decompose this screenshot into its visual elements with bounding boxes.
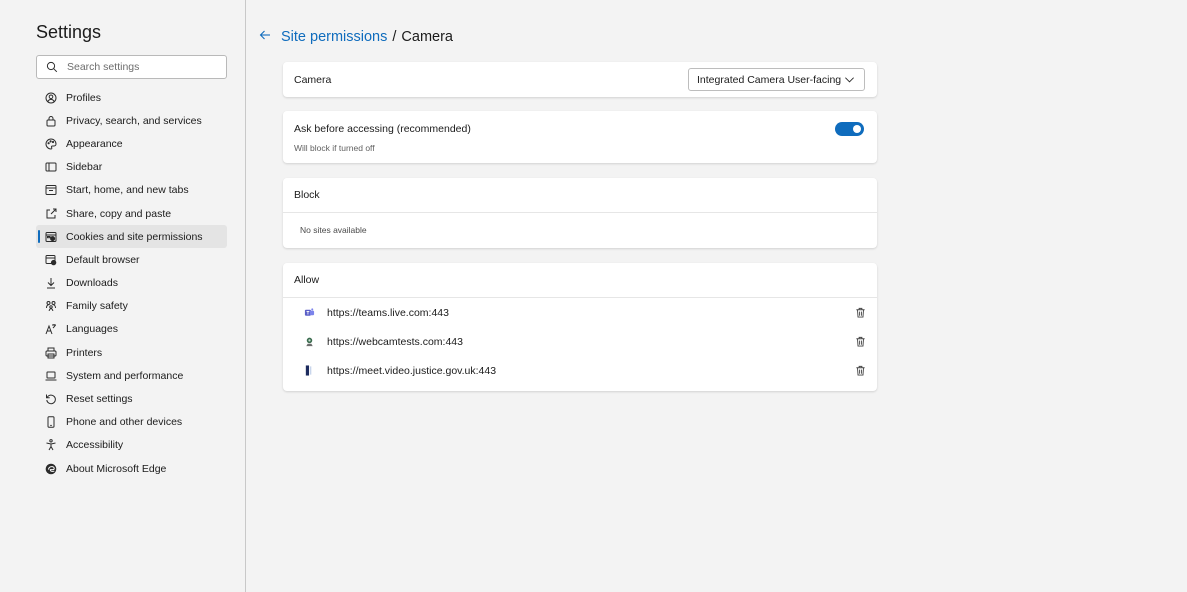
allowed-site-url: https://webcamtests.com:443 <box>327 335 463 348</box>
sidebar-item-label: System and performance <box>66 369 184 382</box>
allowed-site-row[interactable]: https://webcamtests.com:443 <box>283 327 877 356</box>
printer-icon <box>36 347 66 359</box>
breadcrumb-site-permissions-link[interactable]: Site permissions <box>281 29 387 45</box>
cookies-icon <box>36 231 66 243</box>
delete-icon[interactable] <box>855 336 866 350</box>
chevron-down-icon <box>844 74 855 88</box>
search-icon <box>37 61 67 73</box>
laptop-icon <box>36 370 66 382</box>
sidebar-item-cookies[interactable]: Cookies and site permissions <box>36 225 227 249</box>
sidebar-item-about[interactable]: About Microsoft Edge <box>36 457 227 480</box>
reset-icon <box>36 393 66 405</box>
phone-icon <box>36 416 66 428</box>
sidebar-item-profiles[interactable]: Profiles <box>36 86 227 109</box>
sidebar-item-privacy[interactable]: Privacy, search, and services <box>36 109 227 132</box>
ask-before-accessing-card: Ask before accessing (recommended) Will … <box>283 111 877 163</box>
sidebar-item-languages[interactable]: Languages <box>36 318 227 341</box>
allow-card: Allow https://teams.live.com:443 https:/… <box>283 263 877 391</box>
sidebar-item-label: Accessibility <box>66 439 124 452</box>
sidebar-item-start-home[interactable]: Start, home, and new tabs <box>36 179 227 202</box>
home-tabs-icon <box>36 184 66 196</box>
share-icon <box>36 208 66 220</box>
sidebar-item-system[interactable]: System and performance <box>36 364 227 387</box>
sidebar-item-family-safety[interactable]: Family safety <box>36 295 227 318</box>
allowed-site-url: https://meet.video.justice.gov.uk:443 <box>327 364 497 377</box>
lock-icon <box>36 115 66 127</box>
delete-icon[interactable] <box>855 307 866 321</box>
sidebar-item-label: Appearance <box>66 137 123 150</box>
teams-icon <box>303 307 315 319</box>
ask-before-accessing-label: Ask before accessing (recommended) <box>294 123 471 135</box>
sidebar-item-downloads[interactable]: Downloads <box>36 272 227 295</box>
sidebar-item-appearance[interactable]: Appearance <box>36 132 227 155</box>
camera-device-value: Integrated Camera User-facing <box>697 73 842 86</box>
allowed-site-row[interactable]: https://meet.video.justice.gov.uk:443 <box>283 356 877 385</box>
sidebar-item-share[interactable]: Share, copy and paste <box>36 202 227 225</box>
sidebar-item-sidebar[interactable]: Sidebar <box>36 156 227 179</box>
search-box[interactable] <box>36 55 227 79</box>
page-title: Camera <box>401 28 453 45</box>
settings-sidebar: Settings Profiles Privacy, search, and s… <box>0 0 246 592</box>
toggle-knob <box>853 125 861 133</box>
sidebar-item-label: Share, copy and paste <box>66 207 172 220</box>
default-browser-icon <box>36 254 66 266</box>
sidebar-item-accessibility[interactable]: Accessibility <box>36 434 227 457</box>
sidebar-item-label: Phone and other devices <box>66 416 183 429</box>
accessibility-icon <box>36 439 66 451</box>
search-input[interactable] <box>67 61 217 73</box>
justice-icon <box>303 365 315 377</box>
back-arrow-icon[interactable] <box>259 28 271 45</box>
camera-label: Camera <box>294 73 332 86</box>
appearance-icon <box>36 138 66 150</box>
settings-nav: Profiles Privacy, search, and services A… <box>36 86 227 480</box>
download-icon <box>36 277 66 289</box>
camera-device-card: Camera Integrated Camera User-facing <box>283 62 877 97</box>
breadcrumb-separator: / <box>392 28 397 45</box>
block-empty-text: No sites available <box>300 225 367 235</box>
sidebar-item-label: Profiles <box>66 91 102 104</box>
sidebar-item-default-browser[interactable]: Default browser <box>36 248 227 271</box>
ask-before-accessing-toggle[interactable] <box>835 122 864 136</box>
allowed-site-row[interactable]: https://teams.live.com:443 <box>283 298 877 327</box>
delete-icon[interactable] <box>855 365 866 379</box>
sidebar-item-label: About Microsoft Edge <box>66 462 167 475</box>
webcam-icon <box>303 336 315 348</box>
allowed-site-url: https://teams.live.com:443 <box>327 306 449 319</box>
sidebar-item-label: Languages <box>66 323 118 336</box>
sidebar-item-label: Sidebar <box>66 161 103 174</box>
languages-icon <box>36 323 66 335</box>
family-icon <box>36 300 66 312</box>
sidebar-item-label: Default browser <box>66 253 140 266</box>
main-content: Site permissions / Camera Camera Integra… <box>247 0 1187 592</box>
sidebar-item-phone[interactable]: Phone and other devices <box>36 411 227 434</box>
edge-icon <box>36 463 66 475</box>
block-card: Block No sites available <box>283 178 877 248</box>
camera-device-dropdown[interactable]: Integrated Camera User-facing <box>688 68 865 91</box>
sidebar-item-label: Printers <box>66 346 103 359</box>
ask-before-accessing-description: Will block if turned off <box>294 143 375 153</box>
sidebar-item-label: Downloads <box>66 277 118 290</box>
sidebar-icon <box>36 161 66 173</box>
block-heading: Block <box>283 178 877 213</box>
sidebar-item-label: Reset settings <box>66 393 133 406</box>
allow-heading: Allow <box>283 263 877 298</box>
sidebar-item-label: Family safety <box>66 300 128 313</box>
profile-icon <box>36 92 66 104</box>
breadcrumb: Site permissions / Camera <box>259 28 453 45</box>
sidebar-item-label: Privacy, search, and services <box>66 114 202 127</box>
sidebar-item-label: Cookies and site permissions <box>66 230 203 243</box>
sidebar-item-reset[interactable]: Reset settings <box>36 387 227 410</box>
sidebar-title: Settings <box>36 22 102 42</box>
sidebar-item-label: Start, home, and new tabs <box>66 184 189 197</box>
sidebar-item-printers[interactable]: Printers <box>36 341 227 364</box>
